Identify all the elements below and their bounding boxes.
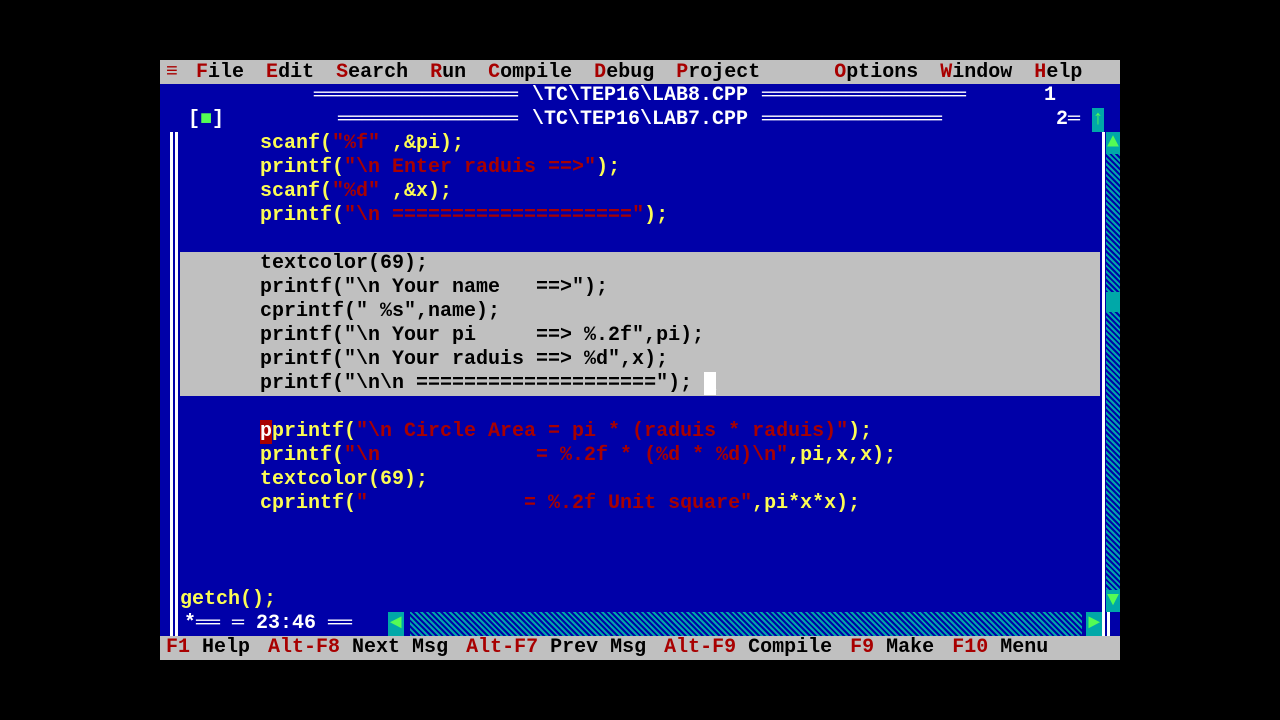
status-hint[interactable]: Alt-F8 Next Msg — [268, 636, 448, 660]
menu-options[interactable]: Options — [834, 61, 918, 84]
code-line[interactable]: getch(); — [180, 588, 1100, 612]
maximize-icon[interactable]: ↑ — [1092, 108, 1104, 132]
code-line[interactable]: scanf("%f" ,&pi); — [180, 132, 1100, 156]
menu-bar: ≡ File Edit Search Run Compile Debug Project Op… — [160, 60, 1120, 84]
menu-window[interactable]: Window — [940, 61, 1012, 84]
breakpoint-icon[interactable]: p — [260, 420, 272, 444]
status-hint[interactable]: F10 Menu — [952, 636, 1048, 660]
window-area: ═════════════════ \TC\TEP16\LAB8.CPP ═══… — [160, 84, 1120, 636]
code-line[interactable] — [180, 516, 1100, 540]
status-hint[interactable]: Alt-F7 Prev Msg — [466, 636, 646, 660]
hscroll-right-icon[interactable]: ► — [1086, 612, 1102, 636]
code-line[interactable]: printf("\n Your raduis ==> %d",x); — [180, 348, 1100, 372]
menu-run[interactable]: Run — [430, 61, 466, 84]
vertical-scrollbar[interactable]: ▲ ▼ — [1106, 132, 1120, 612]
window-number-2: 2═ — [1056, 108, 1080, 132]
cursor-position: ═ 23:46 ══ — [232, 612, 352, 636]
window-bottom-frame: *══ ═ 23:46 ══ ◄ ► — [170, 612, 1110, 636]
menu-search[interactable]: Search — [336, 61, 408, 84]
ide-root: ≡ File Edit Search Run Compile Debug Project Op… — [160, 60, 1120, 660]
code-line[interactable]: printf("\n\n ===================="); _ — [180, 372, 1100, 396]
status-hint[interactable]: Alt-F9 Compile — [664, 636, 832, 660]
menu-debug[interactable]: Debug — [594, 61, 654, 84]
code-line[interactable]: textcolor(69); — [180, 252, 1100, 276]
menu-help[interactable]: Help — [1034, 61, 1082, 84]
code-line[interactable] — [180, 396, 1100, 420]
horizontal-scrollbar[interactable] — [410, 612, 1082, 636]
menu-edit[interactable]: Edit — [266, 61, 314, 84]
scroll-down-icon[interactable]: ▼ — [1106, 590, 1120, 612]
menu-project[interactable]: Project — [676, 61, 760, 84]
menu-file[interactable]: File — [196, 61, 244, 84]
code-line[interactable]: printf("\n Enter raduis ==>"); — [180, 156, 1100, 180]
close-box-icon[interactable]: [■] — [188, 108, 224, 132]
menu-compile[interactable]: Compile — [488, 61, 572, 84]
window-number-1: 1 — [1044, 84, 1056, 108]
code-line[interactable]: printf("\n ===================="); — [180, 204, 1100, 228]
code-line[interactable]: printf("\n Your name ==>"); — [180, 276, 1100, 300]
active-window-title[interactable]: [■] ═══════════════ \TC\TEP16\LAB7.CPP ═… — [160, 108, 1120, 132]
modified-indicator-icon: *══ — [184, 612, 220, 636]
status-hint[interactable]: F9 Make — [850, 636, 934, 660]
system-menu-icon[interactable]: ≡ — [166, 61, 176, 84]
code-line[interactable] — [180, 564, 1100, 588]
code-line[interactable] — [180, 228, 1100, 252]
scroll-up-icon[interactable]: ▲ — [1106, 132, 1120, 154]
hscroll-left-icon[interactable]: ◄ — [388, 612, 404, 636]
background-window-title[interactable]: ═════════════════ \TC\TEP16\LAB8.CPP ═══… — [160, 84, 1120, 108]
scroll-thumb[interactable] — [1106, 292, 1120, 312]
text-cursor: _ — [704, 372, 716, 395]
code-line[interactable]: scanf("%d" ,&x); — [180, 180, 1100, 204]
code-editor[interactable]: scanf("%f" ,&pi);printf("\n Enter raduis… — [170, 132, 1110, 612]
code-line[interactable]: cprintf(" = %.2f Unit square",pi*x*x); — [180, 492, 1100, 516]
code-line[interactable]: textcolor(69); — [180, 468, 1100, 492]
code-line[interactable]: pprintf("\n Circle Area = pi * (raduis *… — [180, 420, 1100, 444]
status-bar: F1 Help Alt-F8 Next Msg Alt-F7 Prev Msg Alt… — [160, 636, 1120, 660]
code-line[interactable]: printf("\n = %.2f * (%d * %d)\n",pi,x,x)… — [180, 444, 1100, 468]
code-line[interactable] — [180, 540, 1100, 564]
code-line[interactable]: cprintf(" %s",name); — [180, 300, 1100, 324]
status-hint[interactable]: F1 Help — [166, 636, 250, 660]
code-line[interactable]: printf("\n Your pi ==> %.2f",pi); — [180, 324, 1100, 348]
